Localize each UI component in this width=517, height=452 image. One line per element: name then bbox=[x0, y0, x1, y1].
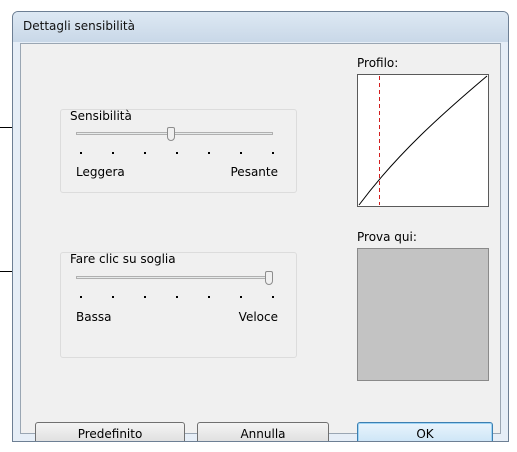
slider-tick bbox=[208, 152, 210, 154]
slider-tick bbox=[144, 152, 146, 154]
slider-tick bbox=[80, 296, 82, 298]
window-title: Dettagli sensibilità bbox=[23, 19, 135, 33]
slider-tick bbox=[272, 152, 274, 154]
slider-tick bbox=[176, 152, 178, 154]
title-bar[interactable]: Dettagli sensibilità bbox=[13, 12, 508, 42]
profile-graph-frame bbox=[357, 74, 489, 207]
slider-tick bbox=[80, 152, 82, 154]
profile-heading: Profilo: bbox=[357, 56, 399, 70]
sensitivity-slider-thumb[interactable] bbox=[167, 127, 175, 141]
cancel-button[interactable]: Annulla bbox=[197, 422, 329, 441]
slider-tick bbox=[112, 152, 114, 154]
slider-tick bbox=[208, 296, 210, 298]
click-threshold-min-label: Bassa bbox=[76, 310, 112, 324]
slider-tick bbox=[240, 296, 242, 298]
slider-tick bbox=[144, 296, 146, 298]
dialog-client-area: Sensibilità Leggera Pesante Fare clic su… bbox=[20, 43, 501, 441]
click-threshold-label: Fare clic su soglia bbox=[70, 252, 176, 266]
slider-tick bbox=[176, 296, 178, 298]
click-threshold-max-label: Veloce bbox=[238, 310, 278, 324]
sensitivity-group: Sensibilità Leggera Pesante bbox=[60, 109, 297, 193]
sensitivity-max-label: Pesante bbox=[230, 165, 279, 179]
profile-graph bbox=[357, 74, 489, 207]
slider-tick bbox=[272, 296, 274, 298]
click-threshold-slider-thumb[interactable] bbox=[265, 271, 273, 285]
test-area[interactable] bbox=[357, 248, 489, 381]
default-button[interactable]: Predefinito bbox=[35, 422, 185, 441]
slider-tick bbox=[240, 152, 242, 154]
ok-button[interactable]: OK bbox=[357, 422, 493, 441]
sensitivity-min-label: Leggera bbox=[76, 165, 125, 179]
sensitivity-dialog: Dettagli sensibilità Sensibilità Leggera… bbox=[12, 11, 509, 442]
sensitivity-label: Sensibilità bbox=[70, 109, 132, 123]
click-threshold-slider-track[interactable] bbox=[76, 276, 273, 279]
click-threshold-group: Fare clic su soglia Bassa Veloce bbox=[60, 252, 297, 358]
slider-tick bbox=[112, 296, 114, 298]
test-area-heading: Prova qui: bbox=[357, 230, 417, 244]
